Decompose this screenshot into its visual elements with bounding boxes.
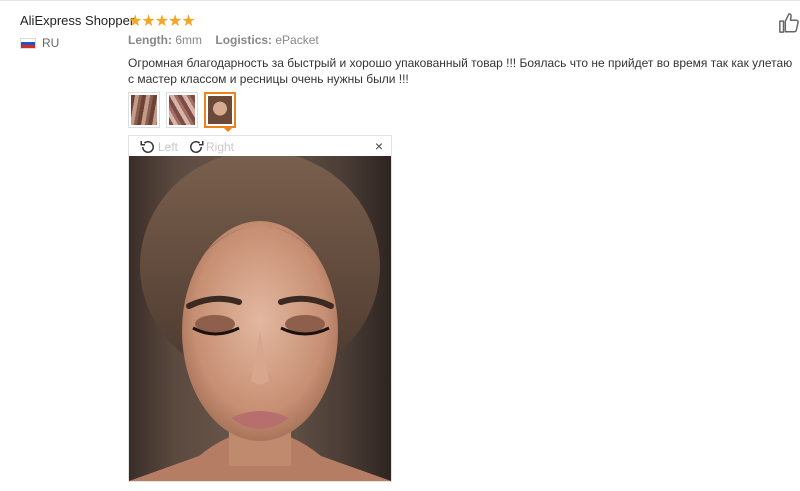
flag-ru-icon <box>20 37 36 49</box>
thumbs-up-icon[interactable] <box>778 12 800 34</box>
rotate-right-icon <box>190 141 204 153</box>
review-photo-thumbnail[interactable] <box>166 92 198 128</box>
rotate-right-label: Right <box>206 140 235 154</box>
length-label: Length: <box>128 33 172 47</box>
order-info: Length: 6mm Logistics: ePacket <box>128 33 319 47</box>
close-icon[interactable]: × <box>375 138 383 154</box>
buyer-country: RU <box>20 36 59 50</box>
rotate-right-button[interactable]: Right <box>187 138 234 156</box>
logistics-value: ePacket <box>275 33 319 47</box>
review-photo <box>129 156 391 481</box>
rotate-left-label: Left <box>158 140 179 154</box>
top-divider <box>0 0 800 1</box>
review-photo-thumbnail[interactable] <box>128 92 160 128</box>
rotate-left-icon <box>140 141 154 153</box>
review-text: Огромная благодарность за быстрый и хоро… <box>128 56 793 86</box>
review-photo-thumbnail-selected[interactable] <box>204 92 236 128</box>
rotate-left-button[interactable]: Left <box>139 138 178 156</box>
photo-viewer: Left Right × <box>128 135 392 482</box>
buyer-name: AliExpress Shopper <box>20 13 135 28</box>
review-photo-thumbnails <box>128 92 236 128</box>
selected-thumbnail-pointer <box>222 126 234 132</box>
photo-viewer-toolbar: Left Right × <box>129 136 391 156</box>
logistics-label: Logistics: <box>215 33 273 47</box>
country-code: RU <box>42 36 60 50</box>
length-value: 6mm <box>175 33 203 47</box>
star-rating: ★★★★★ <box>128 13 196 30</box>
